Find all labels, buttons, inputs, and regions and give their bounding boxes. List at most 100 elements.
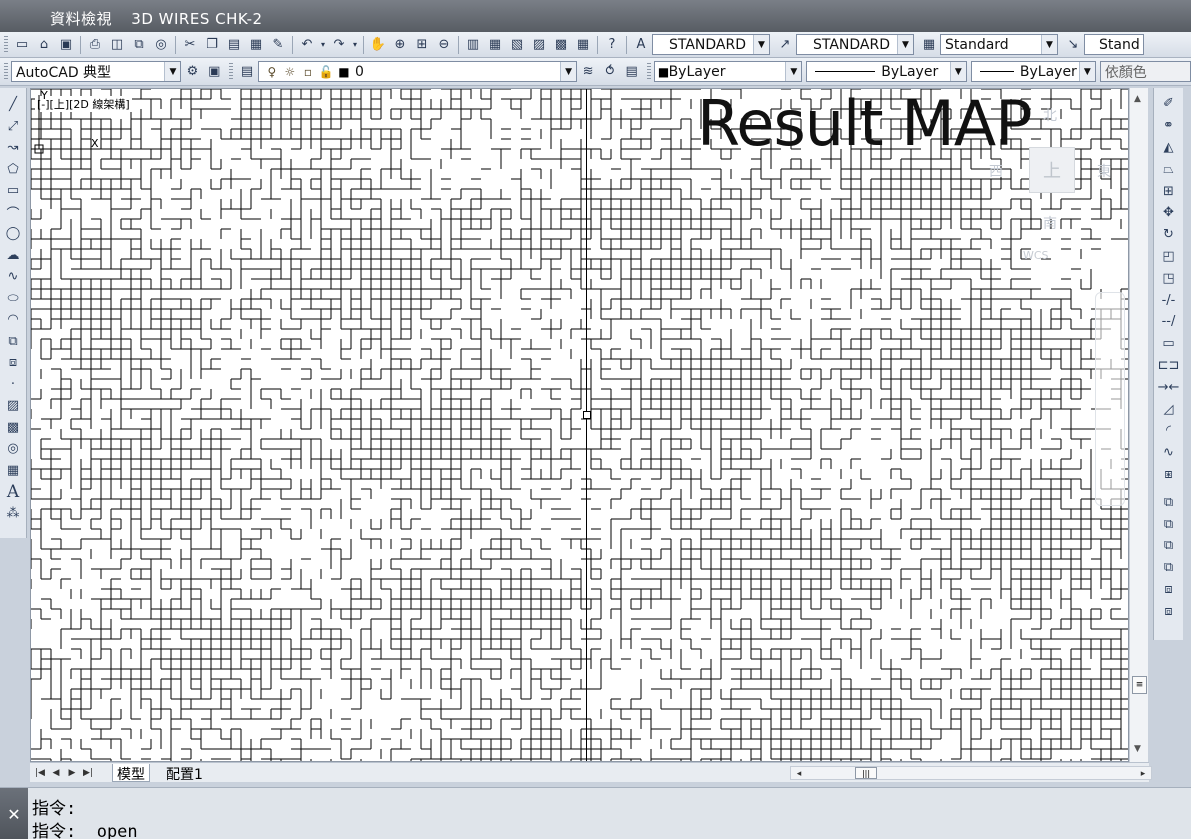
help-icon[interactable]: ?: [601, 34, 623, 56]
xline-icon[interactable]: ⤢: [2, 116, 24, 138]
tab-model[interactable]: 模型: [112, 764, 150, 783]
last-tab-icon[interactable]: ▶|: [82, 766, 94, 780]
offset-icon[interactable]: ⏢: [1157, 158, 1181, 180]
line-icon[interactable]: ╱: [2, 94, 24, 116]
draworder-back-icon[interactable]: ⧉: [1157, 513, 1181, 535]
move-icon[interactable]: ✥: [1157, 202, 1181, 224]
viewcube-top-face[interactable]: 上: [1029, 147, 1075, 193]
layer-properties-icon[interactable]: ▤: [236, 61, 258, 83]
prev-tab-icon[interactable]: ◀: [50, 766, 62, 780]
rotate-icon[interactable]: ↻: [1157, 224, 1181, 246]
scroll-left-icon[interactable]: ◂: [793, 767, 805, 781]
arc-icon[interactable]: ⌒: [2, 202, 24, 224]
ellipse-icon[interactable]: ⬭: [2, 288, 24, 310]
copy-icon[interactable]: ⚭: [1157, 115, 1181, 137]
wcs-menu[interactable]: WCS: [1023, 249, 1049, 262]
pan-icon[interactable]: ✋: [367, 34, 389, 56]
multileader-style-select[interactable]: Stand: [1084, 34, 1144, 55]
tab-layout1[interactable]: 配置1: [162, 764, 207, 783]
vertical-scrollbar[interactable]: ▲ ≡ ▼: [1129, 88, 1148, 762]
text-front-icon[interactable]: ⧈: [1157, 579, 1181, 601]
layer-thaw-icon[interactable]: ☼: [281, 63, 299, 81]
region-icon[interactable]: ◎: [2, 438, 24, 460]
point-icon[interactable]: ·: [2, 374, 24, 396]
next-tab-icon[interactable]: ▶: [66, 766, 78, 780]
dim-style-select[interactable]: STANDARD ▼: [796, 34, 914, 55]
erase-icon[interactable]: ✐: [1157, 93, 1181, 115]
chevron-down-icon[interactable]: ▼: [1078, 62, 1095, 81]
viewcube[interactable]: 北 西 東 南 上 WCS: [981, 99, 1121, 269]
circle-icon[interactable]: ◯: [2, 223, 24, 245]
save-icon[interactable]: ▣: [55, 34, 77, 56]
insert-block-icon[interactable]: ⧉: [2, 331, 24, 353]
rectangle-icon[interactable]: ▭: [2, 180, 24, 202]
break-at-point-icon[interactable]: ▭: [1157, 333, 1181, 355]
block-editor-icon[interactable]: ✎: [267, 34, 289, 56]
drawing-canvas[interactable]: [-][上][2D 線架構] Result MAP 北 西 東 南 上 WCS …: [30, 88, 1129, 762]
table-style-icon[interactable]: ▦: [918, 34, 940, 56]
customize-icon[interactable]: ▣: [203, 61, 225, 83]
chevron-down-icon[interactable]: ▼: [785, 62, 802, 81]
viewcube-north[interactable]: 北: [1043, 105, 1057, 125]
draworder-above-icon[interactable]: ⧉: [1157, 535, 1181, 557]
draworder-front-icon[interactable]: ⧉: [1157, 491, 1181, 513]
lineweight-select[interactable]: ByLayer ▼: [970, 61, 1096, 82]
layer-lock-icon[interactable]: 🔓: [317, 63, 335, 81]
paste-icon[interactable]: ▤: [223, 34, 245, 56]
plot-style-select[interactable]: 依顏色: [1099, 61, 1191, 82]
cut-icon[interactable]: ✂: [179, 34, 201, 56]
layer-on-icon[interactable]: ♀: [263, 63, 281, 81]
text-style-select[interactable]: STANDARD ▼: [652, 34, 770, 55]
zoom-window-icon[interactable]: ⊞: [411, 34, 433, 56]
linetype-select[interactable]: ByLayer ▼: [806, 61, 967, 82]
close-icon[interactable]: ✕: [0, 788, 28, 839]
toolbar-grip[interactable]: [4, 35, 8, 54]
table-style-select[interactable]: Standard ▼: [940, 34, 1058, 55]
redo-icon[interactable]: ↷: [328, 34, 350, 56]
mirror-icon[interactable]: ◭: [1157, 137, 1181, 159]
layer-previous-icon[interactable]: ⥀: [599, 61, 621, 83]
properties-icon[interactable]: ▥: [462, 34, 484, 56]
plot-icon[interactable]: ⎙: [84, 34, 106, 56]
toolbar-grip[interactable]: [229, 62, 234, 81]
sheet-set-icon[interactable]: ▨: [528, 34, 550, 56]
stretch-icon[interactable]: ◳: [1157, 267, 1181, 289]
color-select[interactable]: ■ ByLayer ▼: [653, 61, 803, 82]
navigation-bar[interactable]: [1095, 292, 1125, 506]
chevron-down-icon[interactable]: ▼: [897, 35, 913, 54]
make-block-icon[interactable]: ⧈: [2, 352, 24, 374]
chevron-down-icon[interactable]: ▼: [164, 62, 181, 81]
match-properties-icon[interactable]: ▦: [245, 34, 267, 56]
array-icon[interactable]: ⊞: [1157, 180, 1181, 202]
scroll-up-icon[interactable]: ▲: [1134, 94, 1141, 104]
markup-icon[interactable]: ▩: [550, 34, 572, 56]
polyline-icon[interactable]: ↝: [2, 137, 24, 159]
multileader-style-icon[interactable]: ↘: [1062, 34, 1084, 56]
chevron-down-icon[interactable]: ▼: [560, 62, 577, 81]
3d-print-icon[interactable]: ◎: [150, 34, 172, 56]
viewcube-east[interactable]: 東: [1097, 161, 1111, 181]
undo-icon[interactable]: ↶: [296, 34, 318, 56]
copy-icon[interactable]: ❐: [201, 34, 223, 56]
command-line[interactable]: ✕ 指令: 指令: _open: [0, 787, 1191, 839]
add-selected-icon[interactable]: ⁂: [2, 503, 24, 525]
viewcube-west[interactable]: 西: [989, 161, 1003, 181]
scroll-thumb[interactable]: ≡: [1132, 676, 1147, 694]
tool-palettes-icon[interactable]: ▧: [506, 34, 528, 56]
new-icon[interactable]: ▭: [11, 34, 33, 56]
dim-style-icon[interactable]: ↗: [774, 34, 796, 56]
publish-icon[interactable]: ⧉: [128, 34, 150, 56]
toolbar-grip[interactable]: [646, 62, 651, 81]
table-icon[interactable]: ▦: [2, 460, 24, 482]
fillet-icon[interactable]: ◜: [1157, 420, 1181, 442]
scroll-down-icon[interactable]: ▼: [1134, 744, 1141, 754]
layer-states-icon[interactable]: ▤: [621, 61, 643, 83]
horizontal-scrollbar[interactable]: ◂ ||| ▸: [790, 766, 1152, 780]
join-icon[interactable]: →←: [1157, 376, 1181, 398]
first-tab-icon[interactable]: |◀: [34, 766, 46, 780]
layer-viewport-icon[interactable]: ▫: [299, 63, 317, 81]
menu-data-view[interactable]: 資料檢視: [50, 10, 112, 28]
open-icon[interactable]: ⌂: [33, 34, 55, 56]
extend-icon[interactable]: --/: [1157, 311, 1181, 333]
ellipse-arc-icon[interactable]: ◠: [2, 309, 24, 331]
